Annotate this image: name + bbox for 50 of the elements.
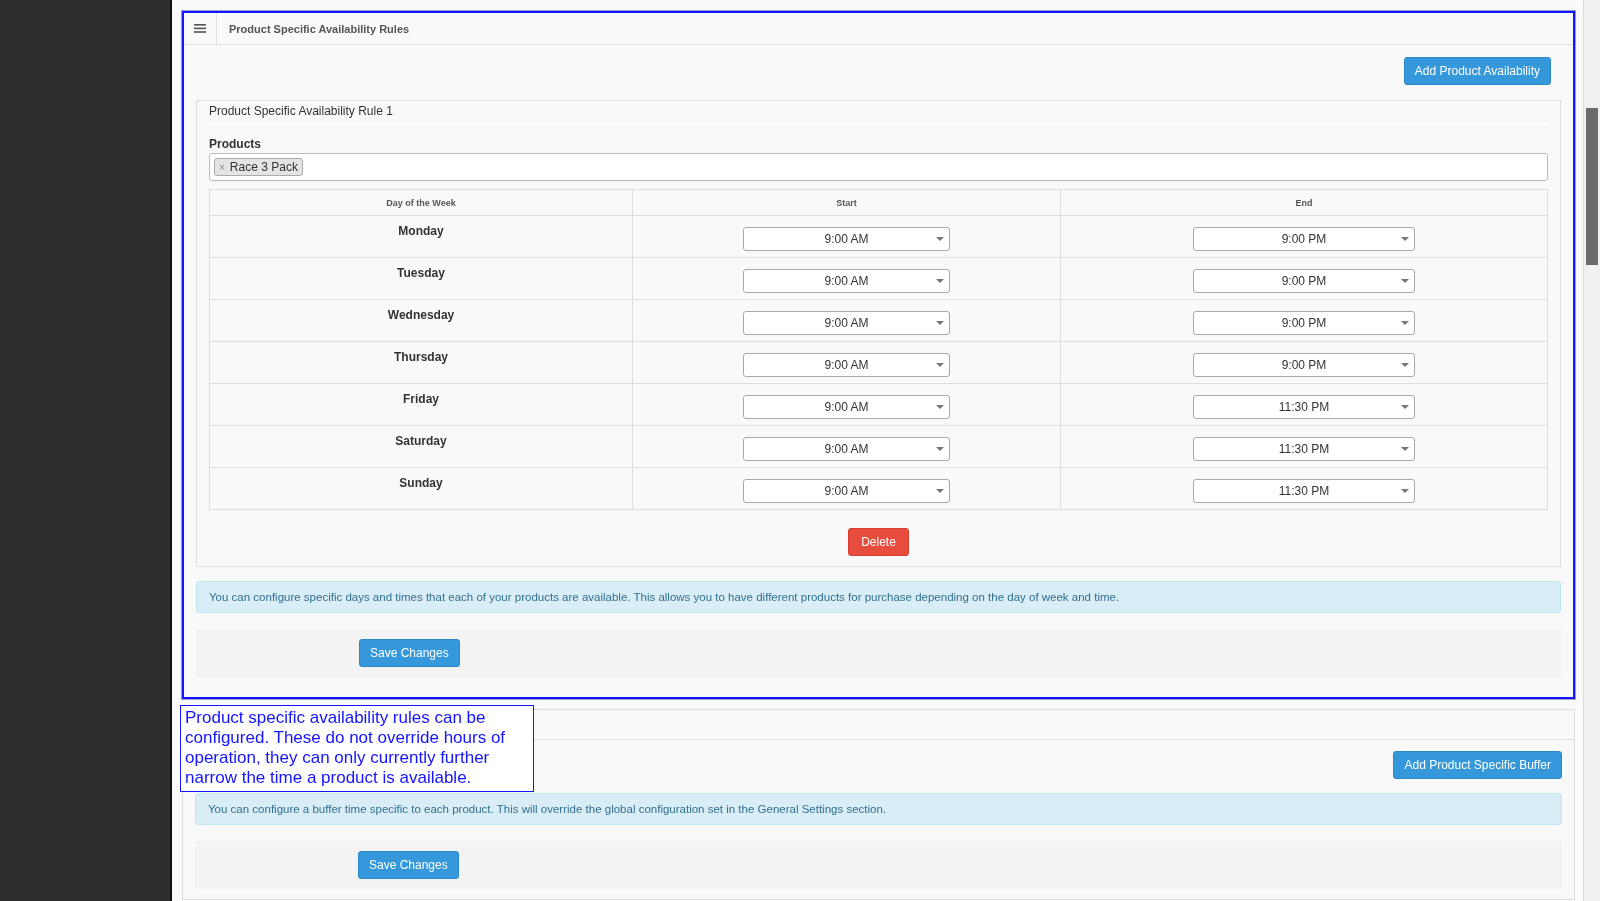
caret-icon — [936, 320, 944, 325]
column-header: End — [1060, 190, 1547, 215]
end-time-dropdown[interactable]: 11:30 PM — [1193, 436, 1415, 461]
start-time-dropdown[interactable]: 9:00 AM — [743, 352, 950, 377]
caret-icon — [936, 404, 944, 409]
caret-icon — [936, 362, 944, 367]
products-label: Products — [209, 137, 262, 151]
caret-icon — [936, 488, 944, 493]
caret-icon — [936, 446, 944, 451]
end-time-dropdown[interactable]: 9:00 PM — [1193, 310, 1415, 335]
end-time-dropdown[interactable]: 11:30 PM — [1193, 394, 1415, 419]
menu-icon[interactable] — [194, 24, 206, 33]
caret-icon — [936, 236, 944, 241]
caret-icon — [1401, 404, 1409, 409]
day-label: Sunday — [399, 476, 443, 490]
start-time-dropdown[interactable]: 9:00 AM — [743, 226, 950, 251]
end-time-dropdown[interactable]: 9:00 PM — [1193, 352, 1415, 377]
start-time-dropdown[interactable]: 9:00 AM — [743, 436, 950, 461]
start-time-dropdown[interactable]: 9:00 AM — [743, 478, 950, 503]
caret-icon — [1401, 278, 1409, 283]
day-label: Tuesday — [397, 266, 445, 280]
caret-icon — [1401, 446, 1409, 451]
caret-icon — [936, 278, 944, 283]
caret-icon — [1401, 236, 1409, 241]
panel-title: Product Specific Availability Rules — [228, 22, 410, 35]
rule-title: Product Specific Availability Rule 1 — [209, 101, 1548, 125]
caret-icon — [1401, 488, 1409, 493]
info-message: You can configure specific days and times that each of your products are available. This allows you to have different products for purchase depending on the day of week and time. — [196, 581, 1561, 613]
day-label: Monday — [398, 224, 444, 238]
day-label: Saturday — [395, 434, 447, 448]
info-message: You can configure a buffer time specific to each product. This will override the global configuration set in the General Settings section. — [195, 793, 1562, 825]
end-time-dropdown[interactable]: 11:30 PM — [1193, 478, 1415, 503]
start-time-dropdown[interactable]: 9:00 AM — [743, 394, 950, 419]
start-time-dropdown[interactable]: 9:00 AM — [743, 310, 950, 335]
column-header: Start — [632, 190, 1060, 215]
day-label: Wednesday — [387, 308, 455, 322]
column-header: Day of the Week — [385, 196, 457, 210]
scrollbar[interactable] — [1583, 0, 1600, 901]
day-label: Thursday — [394, 350, 448, 364]
end-time-dropdown[interactable]: 9:00 PM — [1193, 268, 1415, 293]
start-time-dropdown[interactable]: 9:00 AM — [743, 268, 950, 293]
caret-icon — [1401, 362, 1409, 367]
tag-label: Race 3 Pack — [229, 160, 298, 174]
delete-button[interactable]: Delete — [848, 528, 909, 556]
caret-icon — [1401, 320, 1409, 325]
callout-note: Product specific availability rules can be configured. These do not override hours of operation, they can only currently further narrow the time a product is available. — [180, 705, 534, 792]
scrollbar-thumb[interactable] — [1586, 108, 1598, 265]
day-label: Friday — [403, 392, 439, 406]
products-field[interactable]: × Race 3 Pack — [209, 153, 1548, 181]
end-time-dropdown[interactable]: 9:00 PM — [1193, 226, 1415, 251]
